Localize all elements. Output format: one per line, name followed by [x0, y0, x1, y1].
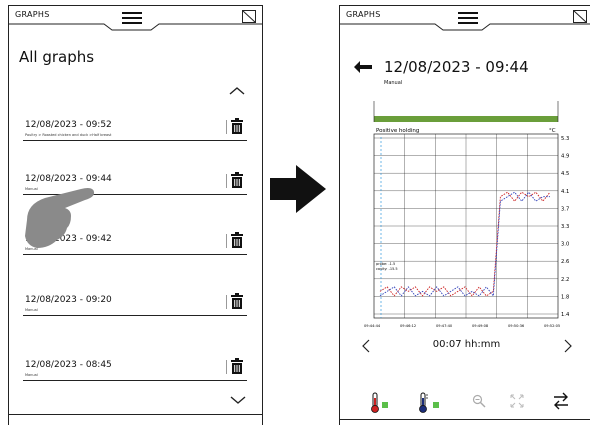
corner-icon[interactable]: [573, 10, 587, 23]
y-tick-label: 4.9: [561, 154, 569, 160]
trash-icon[interactable]: [231, 293, 243, 309]
separator: [226, 234, 227, 248]
y-tick-label: 1.8: [561, 294, 569, 300]
graph-subtitle: Manual: [384, 80, 403, 86]
graph-title: 12/08/2023 - 09:44: [384, 58, 529, 76]
menu-icon[interactable]: [458, 12, 478, 24]
trash-icon[interactable]: [231, 358, 243, 374]
graph-detail-screen: GRAPHS 12/08/2023 - 09:44 Manual Positiv…: [339, 5, 590, 425]
temperature-series-line: [379, 191, 550, 298]
y-tick-label: 2.6: [561, 259, 569, 265]
separator: [226, 360, 227, 374]
annotation-probe: probe: -1.5: [376, 262, 395, 266]
y-tick-label: 1.4: [561, 312, 570, 318]
trash-icon[interactable]: [231, 118, 243, 134]
graphs-list-screen: GRAPHS All graphs 12/08/2023 - 09:52 Pou…: [8, 5, 263, 425]
trash-icon[interactable]: [231, 172, 243, 188]
divider: [23, 315, 247, 316]
divider: [23, 140, 247, 141]
corner-icon[interactable]: [242, 10, 256, 23]
y-tick-label: 5.3: [561, 136, 569, 142]
y-tick-labels: 5.3 4.9 4.5 4.1 3.7 3.3 3.0 2.6 2.2 1.8 1.4: [561, 136, 570, 318]
grid: [374, 134, 558, 318]
entry-sub: Manual: [25, 308, 38, 312]
footer-rule: [9, 414, 262, 415]
probe-red-icon[interactable]: [370, 392, 390, 414]
menu-icon[interactable]: [122, 12, 142, 24]
temperature-series-line: [379, 191, 551, 297]
entry-sub: Poultry > Roasted chicken and duck >Half…: [25, 133, 112, 137]
x-tick-label: 09:50:36: [508, 324, 525, 328]
chevron-right-icon[interactable]: [564, 339, 572, 353]
separator: [226, 174, 227, 188]
unit-label: °C: [549, 128, 556, 134]
divider: [23, 254, 247, 255]
y-tick-label: 4.5: [561, 171, 569, 177]
y-tick-label: 2.2: [561, 277, 569, 283]
entry-date: 12/08/2023 - 09:52: [25, 120, 112, 130]
duration-label: 00:07 hh:mm: [432, 339, 501, 350]
entry-date: 12/08/2023 - 09:20: [25, 295, 112, 305]
x-tick-label: 09:49:08: [472, 324, 489, 328]
phase-bar: [374, 116, 558, 122]
zoom-out-icon[interactable]: [472, 394, 486, 408]
x-tick-labels: 09:44:44 09:46:12 09:47:40 09:49:08 09:50:36…: [364, 324, 560, 328]
x-tick-label: 09:44:44: [364, 324, 381, 328]
y-tick-label: 3.3: [561, 224, 569, 230]
y-tick-label: 4.1: [561, 189, 569, 195]
phase-label: Positive holding: [376, 128, 419, 134]
swap-icon[interactable]: [552, 392, 570, 410]
x-tick-label: 09:46:12: [400, 324, 416, 328]
separator: [226, 295, 227, 309]
footer-rule: [340, 419, 590, 420]
x-tick-label: 09:47:40: [436, 324, 453, 328]
arrow-right-icon: [270, 165, 326, 213]
annotation-cavity: cavity: -15.5: [376, 267, 398, 271]
chevron-down-icon[interactable]: [229, 395, 247, 405]
header-label: GRAPHS: [346, 10, 381, 19]
entry-date: 12/08/2023 - 09:44: [25, 174, 112, 184]
y-tick-label: 3.0: [561, 242, 569, 248]
separator: [226, 120, 227, 134]
entry-date: 12/08/2023 - 08:45: [25, 360, 112, 370]
temperature-chart[interactable]: Positive holding °C 5.3 4.9 4.5 4.1 3.7 3.3 3.…: [350, 101, 590, 333]
chevron-up-icon[interactable]: [228, 86, 246, 96]
series-group: [379, 191, 551, 298]
trash-icon[interactable]: [231, 232, 243, 248]
page-title: All graphs: [19, 48, 95, 66]
x-tick-label: 09:52:05: [544, 324, 560, 328]
divider: [23, 380, 247, 381]
header-label: GRAPHS: [15, 10, 50, 19]
back-arrow-icon[interactable]: [354, 61, 372, 73]
expand-icon[interactable]: [510, 394, 524, 408]
entry-sub: Manual: [25, 373, 38, 377]
hand-pointer-icon: [25, 188, 95, 248]
y-tick-label: 3.7: [561, 206, 569, 212]
probe-blue-icon[interactable]: [418, 392, 442, 414]
